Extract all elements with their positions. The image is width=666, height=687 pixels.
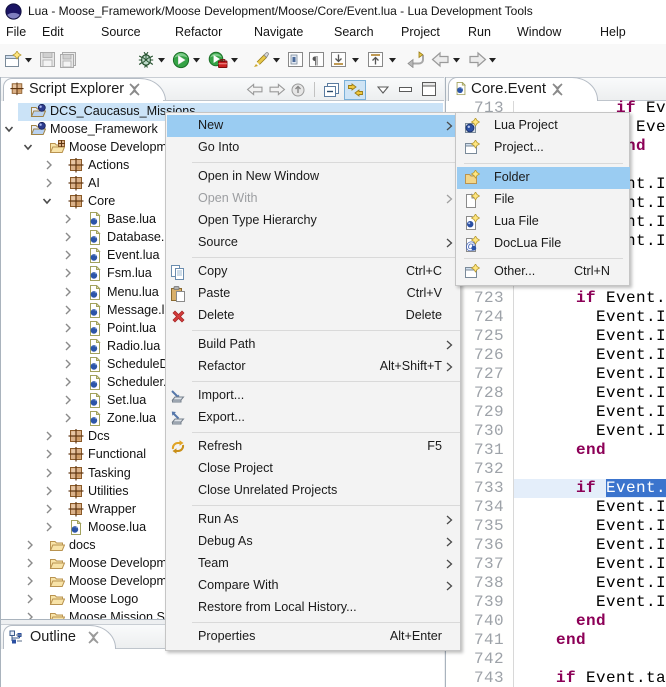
svg-text:¶: ¶ (312, 53, 318, 67)
